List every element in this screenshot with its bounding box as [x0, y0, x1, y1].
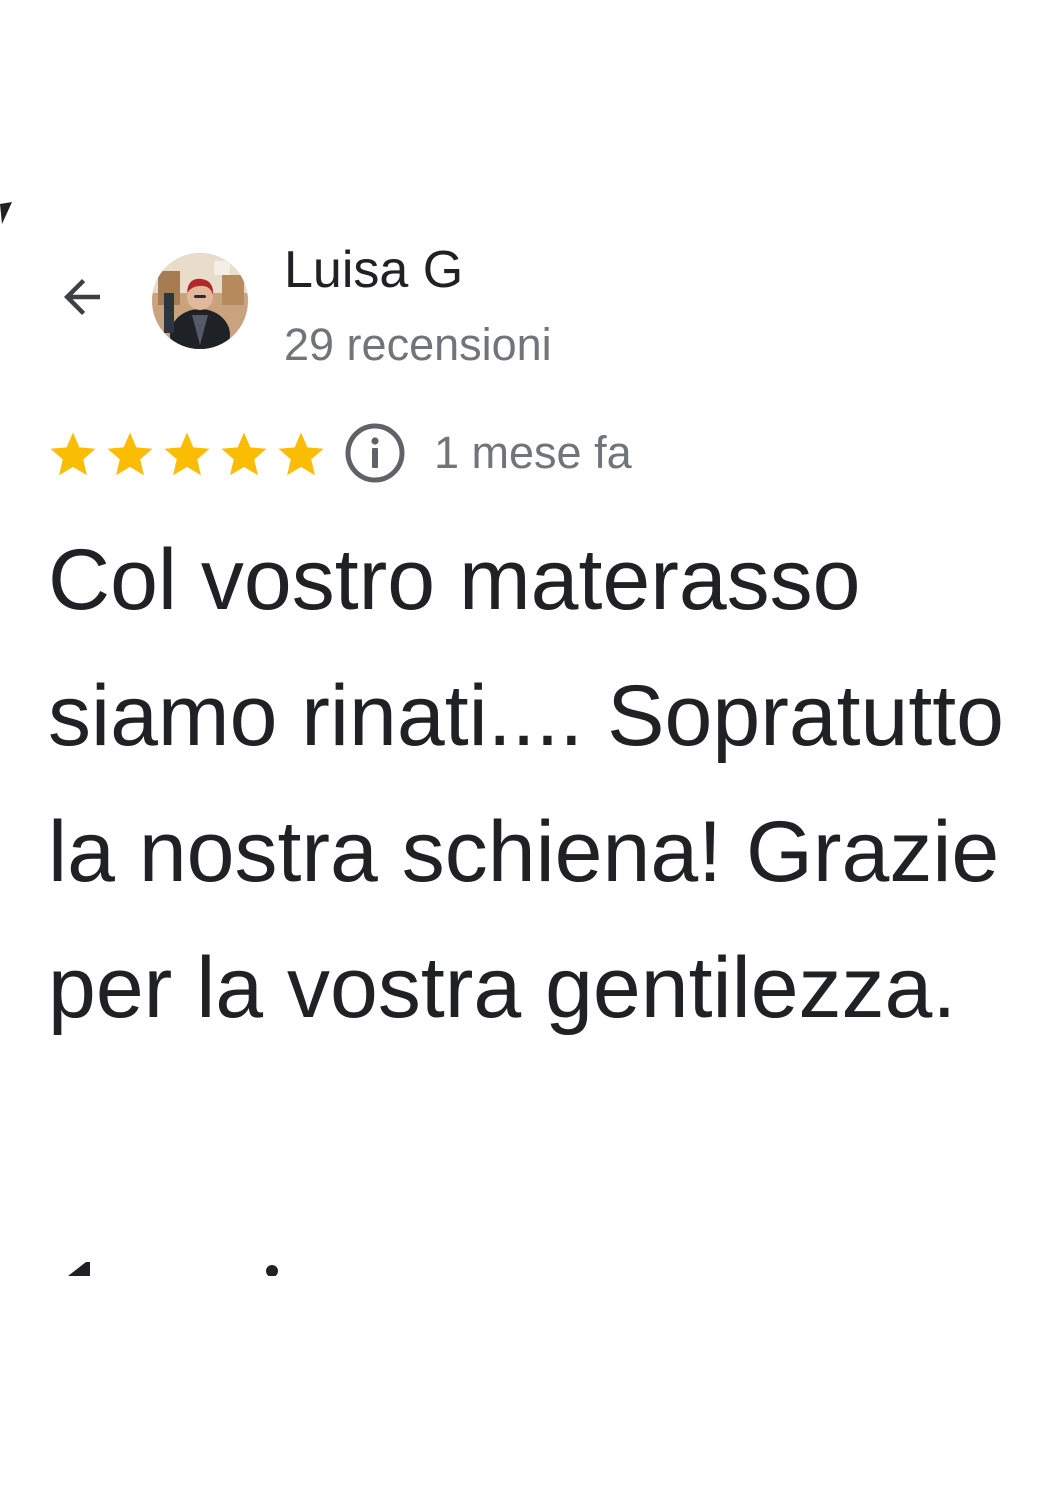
profile-photo — [152, 253, 248, 349]
corner-fragment — [0, 202, 12, 224]
reviewer-name[interactable]: Luisa G — [284, 238, 463, 302]
back-button[interactable] — [48, 266, 116, 328]
info-icon[interactable] — [344, 422, 406, 484]
review-date: 1 mese fa — [434, 427, 632, 478]
star-rating — [46, 428, 328, 482]
avatar[interactable] — [152, 253, 248, 349]
star-icon — [278, 432, 324, 476]
star-icon — [221, 432, 267, 476]
star-icon — [50, 432, 96, 476]
arrow-back-icon — [64, 279, 100, 315]
truncated-content — [68, 1262, 278, 1276]
star-icon — [107, 432, 153, 476]
review-text: Col vostro materasso siamo rinati.... So… — [48, 532, 1004, 1036]
review-count[interactable]: 29 recensioni — [284, 316, 552, 374]
star-icon — [164, 432, 210, 476]
